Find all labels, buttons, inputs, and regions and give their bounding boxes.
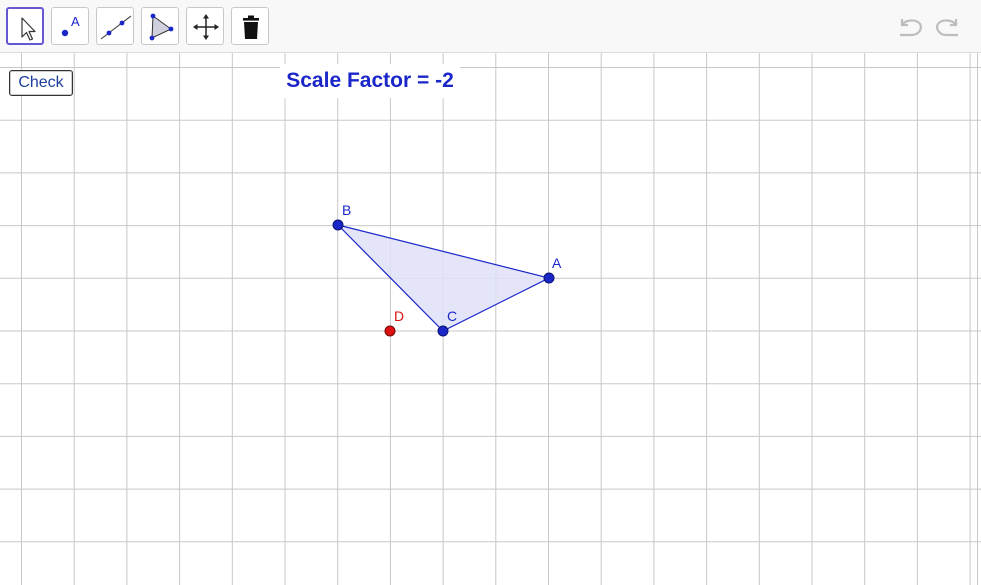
trash-icon — [243, 15, 259, 39]
move-arrows-icon — [193, 14, 219, 40]
move-graphics-view-button[interactable] — [186, 7, 224, 45]
drawing-canvas[interactable]: A B C D — [0, 53, 981, 585]
point-tool-button[interactable]: A — [51, 7, 89, 45]
point-a[interactable] — [543, 272, 555, 284]
point-icon: A — [61, 14, 80, 37]
point-b-label: B — [342, 202, 351, 218]
grid — [0, 53, 981, 585]
line-icon — [100, 15, 132, 40]
move-tool-button[interactable] — [6, 7, 44, 45]
arrow-cursor-icon — [21, 17, 36, 41]
toolbar: A — [0, 0, 981, 53]
polygon-icon — [149, 13, 174, 41]
point-d-label: D — [394, 308, 404, 324]
point-icon-label: A — [71, 14, 80, 29]
check-button[interactable]: Check — [9, 70, 73, 96]
point-d[interactable] — [384, 325, 396, 337]
undo-icon[interactable] — [896, 12, 926, 40]
polygon-tool-button[interactable] — [141, 7, 179, 45]
point-c[interactable] — [437, 325, 449, 337]
scale-factor-text: Scale Factor = -2 — [280, 64, 460, 98]
graphics-view[interactable]: A B C D — [0, 53, 981, 585]
line-tool-button[interactable] — [96, 7, 134, 45]
redo-icon[interactable] — [932, 12, 962, 40]
point-a-label: A — [552, 255, 562, 271]
delete-tool-button[interactable] — [231, 7, 269, 45]
point-c-label: C — [447, 308, 457, 324]
point-b[interactable] — [332, 219, 344, 231]
